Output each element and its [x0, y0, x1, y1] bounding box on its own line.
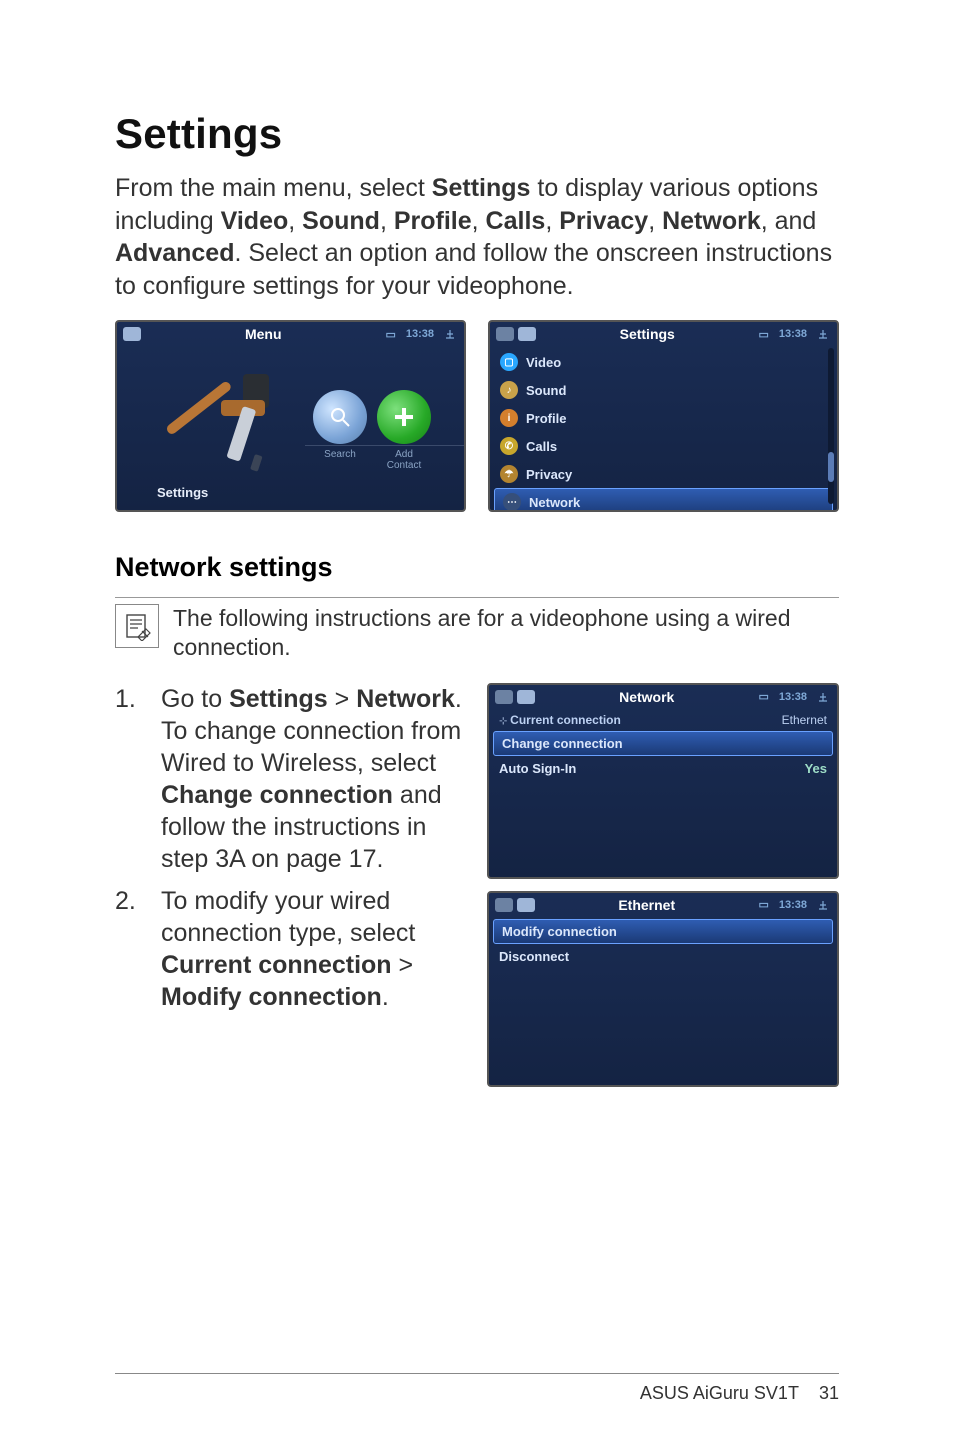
- list-item[interactable]: Auto Sign-In Yes: [489, 756, 837, 781]
- search-icon: [313, 390, 367, 444]
- list-item-icon: ⋯: [503, 493, 521, 511]
- intro-paragraph: From the main menu, select Settings to d…: [115, 172, 839, 302]
- clock-text: 13:38: [779, 899, 807, 911]
- list-item[interactable]: Disconnect: [489, 944, 837, 969]
- step-item: 1.Go to Settings > Network. To change co…: [115, 683, 465, 875]
- list-item-label: Network: [529, 495, 580, 510]
- list-item-label: Modify connection: [502, 924, 617, 939]
- camera-icon: [123, 327, 141, 341]
- list-item-icon: i: [500, 409, 518, 427]
- menu-selected-label: Settings: [157, 485, 208, 500]
- step-text: To modify your wired connection type, se…: [161, 885, 465, 1013]
- network-icon: [817, 691, 829, 703]
- camera-icon: [495, 690, 513, 704]
- camera-icon: [518, 327, 536, 341]
- add-contact-icon: [377, 390, 431, 444]
- screenshot-row-top: Menu ▭ 13:38 Settings: [115, 320, 839, 512]
- list-item-icon: ☂: [500, 465, 518, 483]
- list-item-label: Auto Sign-In: [499, 761, 576, 776]
- menu-header-title: Menu: [245, 326, 282, 342]
- camera-icon: [517, 898, 535, 912]
- camera-icon: [517, 690, 535, 704]
- divider: [305, 445, 465, 446]
- battery-icon: ▭: [758, 690, 768, 703]
- step-number: 2.: [115, 885, 137, 1013]
- step-text: Go to Settings > Network. To change conn…: [161, 683, 465, 875]
- network-icon: [817, 899, 829, 911]
- current-connection-value: Ethernet: [782, 713, 827, 727]
- battery-icon: ▭: [385, 328, 395, 341]
- list-item-label: Video: [526, 355, 561, 370]
- clock-text: 13:38: [779, 328, 807, 340]
- list-item-label: Change connection: [502, 736, 623, 751]
- search-label: Search: [313, 449, 367, 471]
- list-item[interactable]: ▢ Video: [490, 348, 837, 376]
- list-item[interactable]: ♪ Sound: [490, 376, 837, 404]
- footer-text: ASUS AiGuru SV1T 31: [640, 1383, 839, 1404]
- step-number: 1.: [115, 683, 137, 875]
- list-item-icon: ♪: [500, 381, 518, 399]
- screenshot-settings-list: Settings ▭ 13:38 ▢ Video ♪ Soundi Profile ✆ Ca…: [488, 320, 839, 512]
- list-item[interactable]: ⋯ Network: [494, 488, 833, 512]
- scrollbar[interactable]: [828, 348, 834, 504]
- network-icon: [444, 328, 456, 340]
- list-item-label: Calls: [526, 439, 557, 454]
- battery-icon: ▭: [758, 328, 768, 341]
- camera-icon: [496, 327, 514, 341]
- settings-tool-icon: [151, 370, 301, 480]
- settings-header-title: Settings: [620, 326, 675, 342]
- screenshot-network: Network ▭ 13:38 ⊹ Current connection Eth…: [487, 683, 839, 879]
- note-text: The following instructions are for a vid…: [173, 604, 839, 663]
- network-header-title: Network: [619, 689, 674, 705]
- footer-rule: [115, 1373, 839, 1374]
- clock-text: 13:38: [779, 691, 807, 703]
- battery-icon: ▭: [758, 898, 768, 911]
- screenshot-menu: Menu ▭ 13:38 Settings: [115, 320, 466, 512]
- network-icon-small: ⊹: [499, 716, 510, 727]
- list-item[interactable]: Change connection: [493, 731, 833, 756]
- page-title: Settings: [115, 110, 839, 158]
- list-item-icon: ✆: [500, 437, 518, 455]
- list-item[interactable]: ☂ Privacy: [490, 460, 837, 488]
- list-item[interactable]: ✆ Calls: [490, 432, 837, 460]
- list-item[interactable]: i Profile: [490, 404, 837, 432]
- note-icon: [115, 604, 159, 648]
- list-item-label: Profile: [526, 411, 566, 426]
- current-connection-label: Current connection: [510, 713, 621, 727]
- screenshot-ethernet: Ethernet ▭ 13:38 Modify connection Discon…: [487, 891, 839, 1087]
- clock-text: 13:38: [406, 328, 434, 340]
- list-item-label: Disconnect: [499, 949, 569, 964]
- list-item-icon: ▢: [500, 353, 518, 371]
- section-heading-network: Network settings: [115, 552, 839, 583]
- network-icon: [817, 328, 829, 340]
- list-item[interactable]: Modify connection: [493, 919, 833, 944]
- step-item: 2.To modify your wired connection type, …: [115, 885, 465, 1013]
- list-item-label: Sound: [526, 383, 566, 398]
- add-contact-label: Add Contact: [377, 449, 431, 471]
- ethernet-header-title: Ethernet: [618, 897, 675, 913]
- camera-icon: [495, 898, 513, 912]
- note-block: The following instructions are for a vid…: [115, 604, 839, 663]
- list-item-label: Privacy: [526, 467, 572, 482]
- list-item-value: Yes: [805, 761, 827, 776]
- section-rule: [115, 597, 839, 598]
